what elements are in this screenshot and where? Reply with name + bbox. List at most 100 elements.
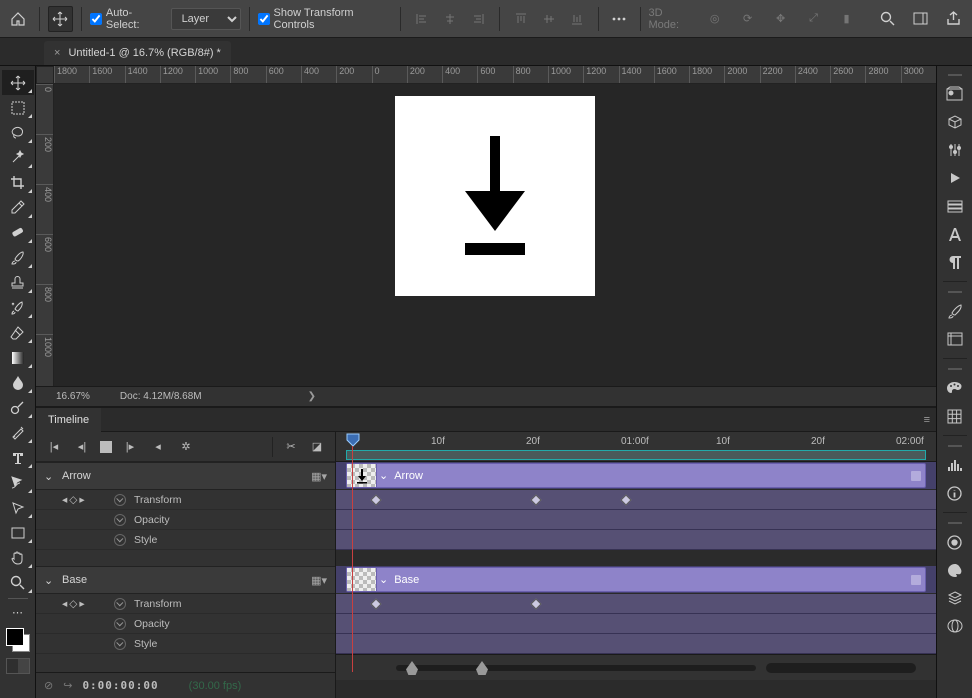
caret-down-icon[interactable]: ⌄ xyxy=(379,469,388,482)
transition-icon[interactable]: ◪ xyxy=(307,437,327,457)
layer-property[interactable]: Opacity xyxy=(36,614,335,634)
property-track[interactable] xyxy=(336,634,936,654)
layers-panel-icon[interactable] xyxy=(941,586,969,610)
align-right-icon[interactable] xyxy=(465,6,491,32)
clip-end-handle[interactable] xyxy=(911,575,921,585)
document-tab[interactable]: × Untitled-1 @ 16.7% (RGB/8#) * xyxy=(44,41,231,65)
path-tool[interactable] xyxy=(2,470,34,495)
show-transform-checkbox[interactable]: Show Transform Controls xyxy=(258,7,392,31)
zoom-handle-right[interactable] xyxy=(476,661,488,675)
crop-tool[interactable] xyxy=(2,170,34,195)
align-vcenter-icon[interactable] xyxy=(536,6,562,32)
zoom-handle-left[interactable] xyxy=(406,661,418,675)
next-frame-icon[interactable]: |▸ xyxy=(120,437,140,457)
keyframe-icon[interactable] xyxy=(370,598,381,609)
clip[interactable]: ⌄Base xyxy=(346,567,926,592)
hand-tool[interactable] xyxy=(2,545,34,570)
layer-menu-icon[interactable]: ▦▾ xyxy=(311,470,327,483)
actions-play-icon[interactable] xyxy=(941,166,969,190)
share-icon[interactable] xyxy=(941,6,966,32)
histogram-icon[interactable] xyxy=(941,453,969,477)
align-hcenter-icon[interactable] xyxy=(437,6,463,32)
layer-property[interactable]: Style xyxy=(36,634,335,654)
eyedropper-tool[interactable] xyxy=(2,195,34,220)
brush-panel-icon[interactable] xyxy=(941,299,969,323)
swatches-panel-icon[interactable] xyxy=(941,404,969,428)
gradient-tool[interactable] xyxy=(2,345,34,370)
more-options-icon[interactable] xyxy=(607,6,632,32)
layer-menu-icon[interactable]: ▦▾ xyxy=(311,574,327,587)
stopwatch-icon[interactable] xyxy=(114,598,126,610)
home-icon[interactable] xyxy=(6,6,31,32)
last-frame-icon[interactable]: ◂ xyxy=(148,437,168,457)
close-tab-icon[interactable]: × xyxy=(54,47,60,59)
3d-icon[interactable] xyxy=(941,110,969,134)
timecode[interactable]: 0:00:00:00 xyxy=(82,679,158,692)
property-track[interactable] xyxy=(336,530,936,550)
clip-end-handle[interactable] xyxy=(911,471,921,481)
prev-frame-icon[interactable]: ◂| xyxy=(72,437,92,457)
zoom-level[interactable]: 16.67% xyxy=(56,391,90,402)
stamp-tool[interactable] xyxy=(2,270,34,295)
zoom-tool[interactable] xyxy=(2,570,34,595)
properties-icon[interactable] xyxy=(941,530,969,554)
layer-header[interactable]: ⌄Base▦▾ xyxy=(36,566,335,594)
brush-tool[interactable] xyxy=(2,245,34,270)
track-row[interactable]: ⌄Arrow+ xyxy=(336,462,936,490)
ruler-horizontal[interactable]: 1800160014001200100080060040020002004006… xyxy=(54,66,936,84)
prev-keyframe-icon[interactable]: ◂ xyxy=(62,598,67,610)
panel-menu-icon[interactable]: ≡ xyxy=(924,414,930,426)
layer-property[interactable]: ◂◇▸Transform xyxy=(36,594,335,614)
channels-icon[interactable] xyxy=(941,614,969,638)
playhead-icon[interactable] xyxy=(346,433,360,447)
next-keyframe-icon[interactable]: ▸ xyxy=(79,494,84,506)
blur-tool[interactable] xyxy=(2,370,34,395)
property-track[interactable] xyxy=(336,510,936,530)
time-ruler[interactable]: 10f20f01:00f10f20f02:00f xyxy=(336,432,936,462)
audio-icon[interactable]: ✲ xyxy=(176,437,196,457)
healing-tool[interactable] xyxy=(2,220,34,245)
history-panel-icon[interactable] xyxy=(941,327,969,351)
next-keyframe-icon[interactable]: ▸ xyxy=(79,598,84,610)
search-icon[interactable] xyxy=(875,6,900,32)
align-top-icon[interactable] xyxy=(508,6,534,32)
property-track[interactable] xyxy=(336,614,936,634)
layer-header[interactable]: ⌄Arrow▦▾ xyxy=(36,462,335,490)
prev-keyframe-icon[interactable]: ◂ xyxy=(62,494,67,506)
wand-tool[interactable] xyxy=(2,145,34,170)
stopwatch-icon[interactable] xyxy=(114,494,126,506)
artboard[interactable] xyxy=(395,96,595,296)
split-icon[interactable]: ✂ xyxy=(281,437,301,457)
libraries-icon[interactable] xyxy=(941,82,969,106)
clip[interactable]: ⌄Arrow xyxy=(346,463,926,488)
keyframe-icon[interactable] xyxy=(530,598,541,609)
caret-down-icon[interactable]: ⌄ xyxy=(44,470,54,483)
color-panel-icon[interactable] xyxy=(941,376,969,400)
eraser-tool[interactable] xyxy=(2,320,34,345)
zoom-slider[interactable] xyxy=(396,665,756,671)
color-swatch[interactable] xyxy=(4,626,32,654)
timeline-scrollbar[interactable] xyxy=(766,663,916,673)
type-tool[interactable] xyxy=(2,445,34,470)
history-brush-tool[interactable] xyxy=(2,295,34,320)
track-row[interactable]: ⌄Base+ xyxy=(336,566,936,594)
pen-tool[interactable] xyxy=(2,420,34,445)
caret-down-icon[interactable]: ⌄ xyxy=(379,573,388,586)
status-menu-icon[interactable]: ❯ xyxy=(308,391,316,402)
ruler-vertical[interactable]: 02004006008001000 xyxy=(36,84,54,406)
ruler-origin[interactable] xyxy=(36,66,54,84)
stopwatch-icon[interactable] xyxy=(114,638,126,650)
cc-libraries-icon[interactable] xyxy=(941,558,969,582)
move-tool[interactable] xyxy=(2,70,34,95)
toggle-onion-icon[interactable]: ⊘ xyxy=(44,679,53,692)
keyframe-icon[interactable] xyxy=(530,494,541,505)
marquee-tool[interactable] xyxy=(2,95,34,120)
caret-down-icon[interactable]: ⌄ xyxy=(44,574,54,587)
keyframe-toggle-icon[interactable]: ◇ xyxy=(69,598,77,610)
stopwatch-icon[interactable] xyxy=(114,534,126,546)
work-area-bar[interactable] xyxy=(346,450,926,460)
edit-toolbar-icon[interactable]: ⋯ xyxy=(2,604,34,620)
play-icon[interactable] xyxy=(100,441,112,453)
direct-select-tool[interactable] xyxy=(2,495,34,520)
property-track[interactable] xyxy=(336,490,936,510)
